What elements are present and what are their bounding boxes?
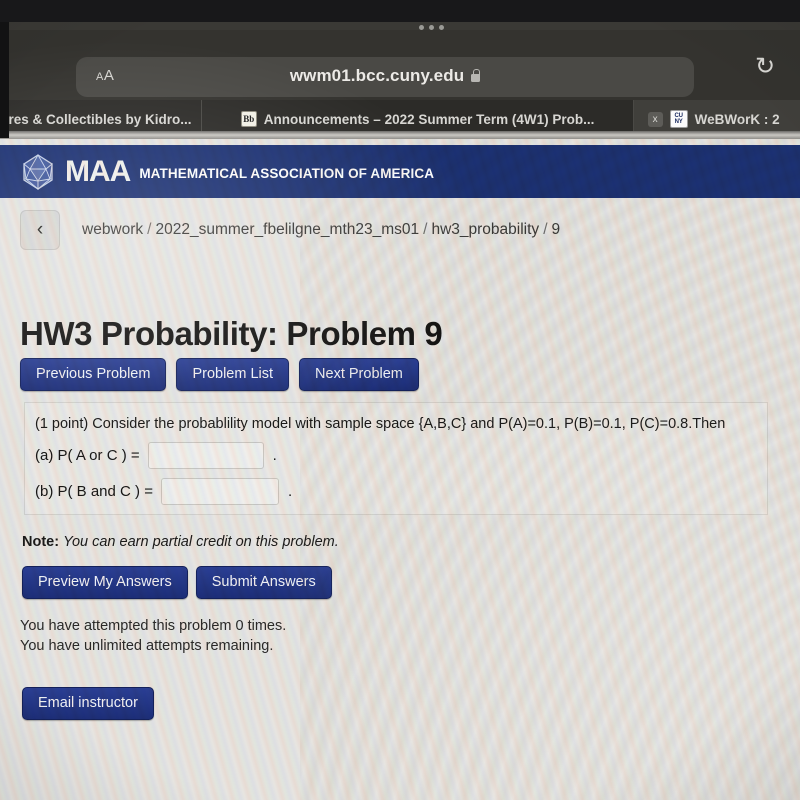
attempts-remaining-line: You have unlimited attempts remaining. [20,638,274,654]
maa-brand-subtitle: MATHEMATICAL ASSOCIATION OF AMERICA [139,166,435,181]
breadcrumb: webwork/2022_summer_fbelilgne_mth23_ms01… [82,221,560,239]
breadcrumb-item-webwork[interactable]: webwork [82,221,143,238]
submit-answers-button[interactable]: Submit Answers [195,566,332,599]
breadcrumb-separator: / [147,221,152,238]
answer-label-a: (a) P( A or C ) = [35,447,140,464]
breadcrumb-separator: / [543,221,548,238]
tab-title: Announcements – 2022 Summer Term (4W1) P… [263,111,595,127]
chrome-top-strip [0,0,800,30]
attempts-info: You have attempted this problem 0 times.… [20,616,286,656]
tab-strip: gures & Collectibles by Kidro... Bb Anno… [0,100,800,138]
browser-chrome: AA wwm01.bcc.cuny.edu ↻ [0,0,800,100]
maa-banner: MAA MATHEMATICAL ASSOCIATION OF AMERICA [0,145,800,198]
answer-row-b: (b) P( B and C ) = . [35,478,767,505]
maa-brand: MAA [65,154,131,188]
tab-announcements[interactable]: Bb Announcements – 2022 Summer Term (4W1… [201,100,634,138]
back-button[interactable]: ‹ [20,210,60,250]
answer-label-b: (b) P( B and C ) = [35,483,153,500]
webwork-page: MAA MATHEMATICAL ASSOCIATION OF AMERICA … [0,138,800,800]
answer-period-b: . [287,483,293,500]
url-display[interactable]: wwm01.bcc.cuny.edu [76,66,694,86]
attempts-count-line: You have attempted this problem 0 times. [20,618,287,634]
previous-problem-button[interactable]: Previous Problem [20,358,167,391]
tab-title: gures & Collectibles by Kidro... [0,111,192,127]
blackboard-icon: Bb [240,111,257,127]
partial-credit-note: Note: You can earn partial credit on thi… [22,534,339,550]
tab-webwork-active[interactable]: x CU NY WeBWorK : 2 [633,100,800,138]
url-text: wwm01.bcc.cuny.edu [289,66,465,85]
next-problem-button[interactable]: Next Problem [299,358,419,391]
cuny-icon: CU NY [669,110,688,128]
preview-my-answers-button[interactable]: Preview My Answers [22,566,188,599]
problem-nav-buttons: Previous Problem Problem List Next Probl… [20,358,419,391]
breadcrumb-separator: / [423,221,428,238]
reload-icon[interactable]: ↻ [755,55,777,79]
address-bar[interactable]: AA wwm01.bcc.cuny.edu [76,57,694,97]
answer-row-a: (a) P( A or C ) = . [35,442,767,469]
close-icon[interactable]: x [647,111,663,127]
breadcrumb-item-course[interactable]: 2022_summer_fbelilgne_mth23_ms01 [155,221,419,238]
breadcrumb-row: ‹ webwork/2022_summer_fbelilgne_mth23_ms… [0,206,800,254]
note-text: You can earn partial credit on this prob… [63,534,339,550]
breadcrumb-item-set[interactable]: hw3_probability [431,221,539,238]
note-label: Note: [22,534,60,550]
photographed-screen: AA wwm01.bcc.cuny.edu ↻ gures & Collecti… [0,0,800,800]
tab-title: WeBWorK : 2 [694,111,780,127]
problem-list-button[interactable]: Problem List [176,358,290,391]
chevron-left-icon: ‹ [36,219,44,240]
ellipsis-icon[interactable] [419,25,444,30]
problem-panel: (1 point) Consider the probablility mode… [24,402,768,515]
maa-icosahedron-logo [23,153,53,190]
answer-period-a: . [272,447,277,464]
answer-input-a[interactable] [147,442,264,469]
email-instructor-wrap: Email instructor [22,687,154,720]
answer-input-b[interactable] [160,478,279,505]
page-title: HW3 Probability: Problem 9 [20,315,443,353]
cuny-icon-line2: NY [674,119,683,125]
tab-kidrobot[interactable]: gures & Collectibles by Kidro... [0,100,202,138]
answer-action-buttons: Preview My Answers Submit Answers [22,566,332,599]
problem-statement: (1 point) Consider the probablility mode… [35,416,726,432]
email-instructor-button[interactable]: Email instructor [22,687,154,720]
breadcrumb-item-problem[interactable]: 9 [552,221,561,238]
lock-icon [471,69,481,82]
